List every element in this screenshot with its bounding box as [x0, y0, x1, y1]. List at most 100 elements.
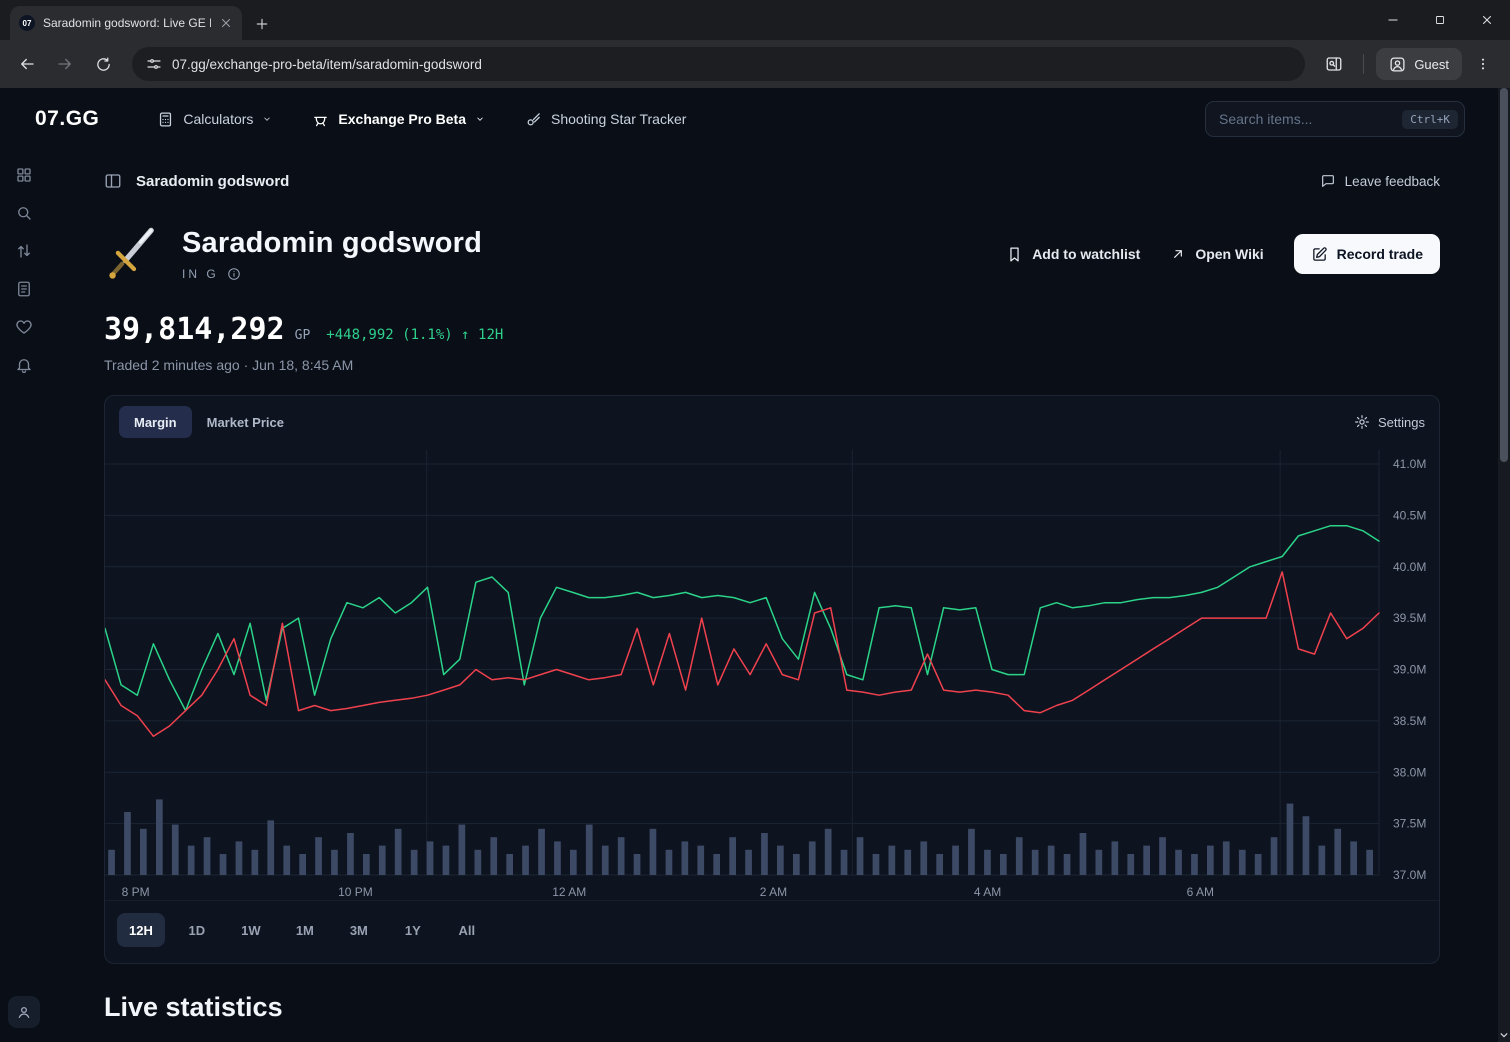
search-input[interactable]: Search items... Ctrl+K: [1205, 101, 1465, 137]
search-shortcut-badge: Ctrl+K: [1402, 110, 1458, 129]
side-panel-search-icon[interactable]: [1317, 47, 1351, 81]
svg-text:40.0M: 40.0M: [1393, 560, 1426, 574]
range-1d[interactable]: 1D: [175, 913, 219, 947]
change-period: 12H: [478, 327, 503, 343]
reload-button[interactable]: [86, 47, 120, 81]
item-header: Saradomin godsword IN G Add to watchlist…: [104, 224, 1440, 284]
record-trade-label: Record trade: [1337, 246, 1423, 262]
account-button[interactable]: [8, 996, 40, 1028]
add-to-watchlist-button[interactable]: Add to watchlist: [1006, 246, 1140, 263]
browser-menu-button[interactable]: [1466, 47, 1500, 81]
range-1y[interactable]: 1Y: [391, 913, 435, 947]
tab-margin[interactable]: Margin: [119, 406, 192, 438]
range-1w[interactable]: 1W: [229, 913, 273, 947]
info-icon[interactable]: [227, 267, 241, 281]
live-statistics-title: Live statistics: [104, 992, 1440, 1023]
time-range-selector: 12H 1D 1W 1M 3M 1Y All: [105, 900, 1439, 963]
bell-icon[interactable]: [15, 356, 33, 374]
scrollbar-thumb[interactable]: [1500, 88, 1508, 462]
chart-settings-button[interactable]: Settings: [1354, 414, 1425, 430]
chevron-down-icon: [475, 114, 485, 124]
nav-shooting-star[interactable]: Shooting Star Tracker: [525, 111, 686, 128]
svg-text:2 AM: 2 AM: [760, 885, 787, 899]
last-traded-text: Traded 2 minutes ago · Jun 18, 8:45 AM: [104, 357, 1440, 373]
chart-canvas[interactable]: 41.0M40.5M40.0M39.5M39.0M38.5M38.0M37.5M…: [105, 448, 1439, 900]
nav-calculators-label: Calculators: [183, 111, 253, 127]
item-image-sword: [104, 224, 164, 284]
chevron-down-icon: [262, 114, 272, 124]
chat-bubble-icon: [1320, 173, 1336, 189]
main-content: Saradomin godsword Leave feedback Sarado…: [48, 150, 1510, 1023]
tab-close-icon[interactable]: [219, 16, 233, 30]
site-header: 07.GG Calculators Exchange Pro Beta Shoo…: [0, 88, 1510, 150]
window-maximize-button[interactable]: [1416, 0, 1463, 40]
page-scrollbar[interactable]: [1498, 88, 1510, 1042]
heart-icon[interactable]: [15, 318, 33, 336]
range-1m[interactable]: 1M: [283, 913, 327, 947]
range-3m[interactable]: 3M: [337, 913, 381, 947]
record-trade-icon: [1311, 246, 1328, 263]
open-wiki-label: Open Wiki: [1195, 246, 1263, 262]
calculator-icon: [157, 111, 174, 128]
nav-shooting-star-label: Shooting Star Tracker: [551, 111, 686, 127]
search-icon[interactable]: [15, 204, 33, 222]
window-close-button[interactable]: [1463, 0, 1510, 40]
person-icon: [16, 1004, 32, 1020]
price-change: +448,992 (1.1%) ↑ 12H: [326, 327, 503, 343]
add-to-watchlist-label: Add to watchlist: [1032, 246, 1140, 262]
search-placeholder: Search items...: [1219, 111, 1312, 127]
forward-button[interactable]: [48, 47, 82, 81]
dashboard-grid-icon[interactable]: [15, 166, 33, 184]
tab-favicon: 07: [19, 15, 35, 31]
leave-feedback-label: Leave feedback: [1345, 174, 1440, 189]
price-currency: GP: [295, 328, 311, 343]
open-wiki-button[interactable]: Open Wiki: [1170, 246, 1263, 262]
profile-button[interactable]: Guest: [1376, 48, 1462, 80]
cauldron-icon: [312, 111, 329, 128]
browser-chrome: 07 Saradomin godsword: Live GE P: [0, 0, 1510, 88]
svg-text:41.0M: 41.0M: [1393, 457, 1426, 471]
breadcrumb-title: Saradomin godsword: [136, 173, 289, 190]
price-block: 39,814,292 GP +448,992 (1.1%) ↑ 12H: [104, 312, 1440, 347]
browser-tab[interactable]: 07 Saradomin godsword: Live GE P: [10, 6, 242, 40]
scrollbar-down-arrow[interactable]: [1500, 1031, 1508, 1039]
svg-text:39.0M: 39.0M: [1393, 663, 1426, 677]
url-bar[interactable]: 07.gg/exchange-pro-beta/item/saradomin-g…: [132, 47, 1305, 81]
arrow-up-right-icon: [1170, 246, 1186, 262]
tab-title: Saradomin godsword: Live GE P: [43, 16, 211, 30]
item-title: Saradomin godsword: [182, 227, 482, 260]
nav-exchange-pro[interactable]: Exchange Pro Beta: [312, 111, 485, 128]
left-rail: [0, 150, 48, 1042]
guest-avatar-icon: [1389, 56, 1406, 73]
sidebar-toggle-icon[interactable]: [104, 172, 122, 190]
svg-text:38.5M: 38.5M: [1393, 714, 1426, 728]
svg-text:8 PM: 8 PM: [122, 885, 150, 899]
gear-icon: [1354, 414, 1370, 430]
price-chart[interactable]: 41.0M40.5M40.0M39.5M39.0M38.5M38.0M37.5M…: [105, 448, 1439, 900]
site-settings-icon[interactable]: [146, 56, 162, 72]
toolbar-divider: [1363, 54, 1364, 74]
nav-calculators[interactable]: Calculators: [157, 111, 272, 128]
nav-exchange-pro-label: Exchange Pro Beta: [338, 111, 466, 127]
document-icon[interactable]: [15, 280, 33, 298]
leave-feedback-button[interactable]: Leave feedback: [1320, 173, 1440, 189]
price-value: 39,814,292: [104, 312, 285, 347]
back-button[interactable]: [10, 47, 44, 81]
item-subtitle: IN G: [182, 267, 219, 281]
svg-text:10 PM: 10 PM: [338, 885, 373, 899]
svg-text:12 AM: 12 AM: [552, 885, 586, 899]
tab-strip: 07 Saradomin godsword: Live GE P: [0, 0, 1510, 40]
window-minimize-button[interactable]: [1369, 0, 1416, 40]
range-all[interactable]: All: [445, 913, 489, 947]
site-logo[interactable]: 07.GG: [35, 107, 99, 131]
record-trade-button[interactable]: Record trade: [1294, 234, 1440, 274]
exchange-icon[interactable]: [15, 242, 33, 260]
range-12h[interactable]: 12H: [117, 913, 165, 947]
new-tab-button[interactable]: [254, 16, 270, 32]
tab-market-price[interactable]: Market Price: [192, 406, 299, 438]
svg-text:6 AM: 6 AM: [1187, 885, 1214, 899]
bookmark-icon: [1006, 246, 1023, 263]
guest-label: Guest: [1414, 57, 1449, 72]
chart-settings-label: Settings: [1378, 415, 1425, 430]
svg-text:4 AM: 4 AM: [974, 885, 1001, 899]
